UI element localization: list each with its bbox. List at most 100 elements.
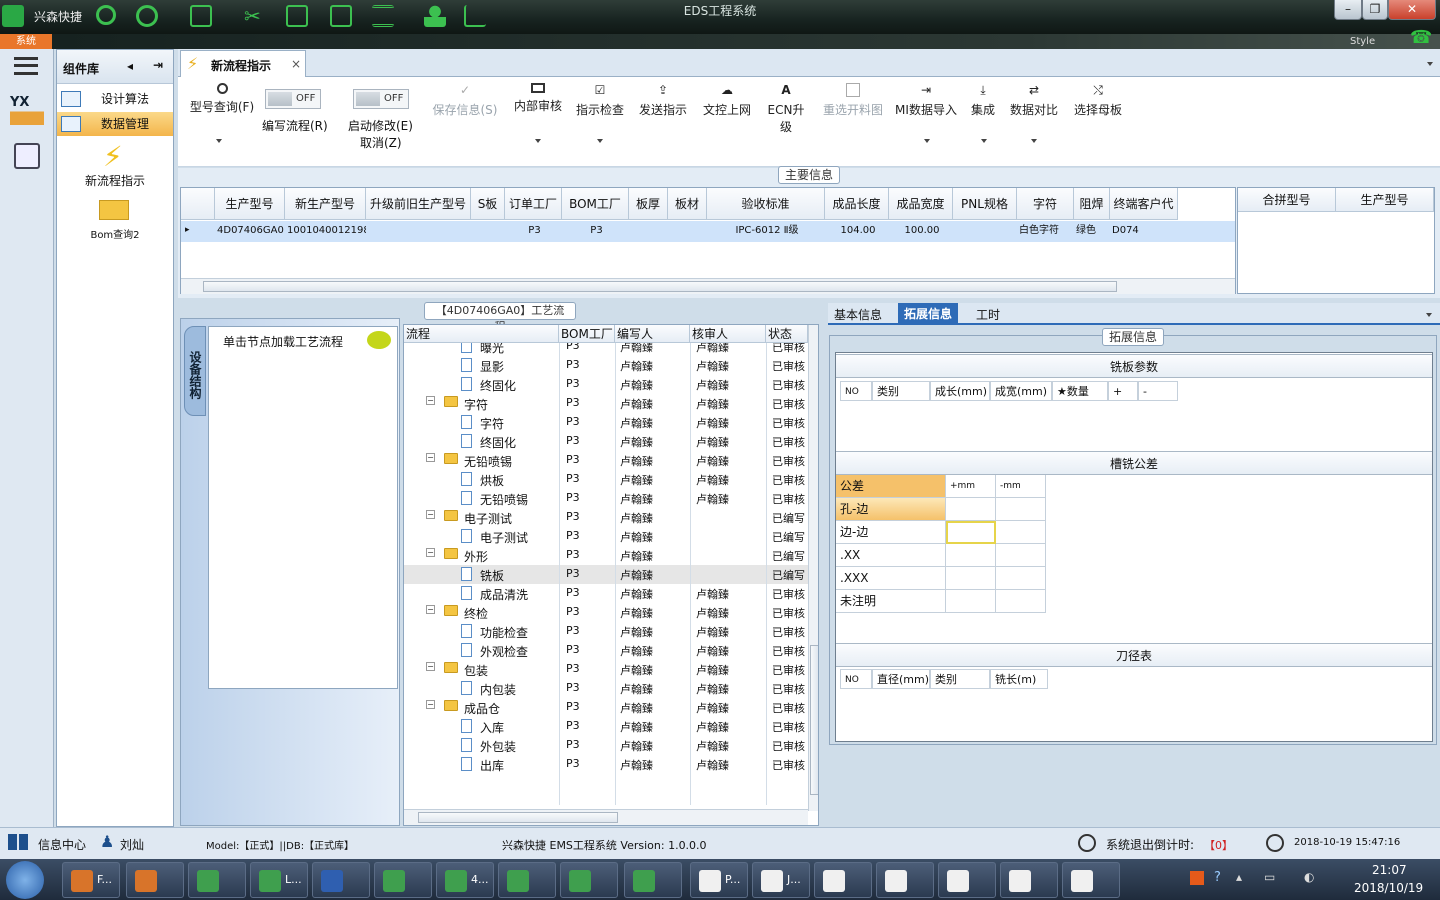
edit-flow-toggle[interactable]: OFF xyxy=(265,89,321,109)
data-compare-button[interactable]: ⇄ 数据对比 xyxy=(1008,83,1060,118)
tree-row[interactable]: − 电子测试 P3 卢翰臻 已编写 xyxy=(404,508,808,527)
chevron-down-icon[interactable] xyxy=(597,139,603,143)
tolerance-input[interactable] xyxy=(946,567,996,590)
taskbar-app-button[interactable] xyxy=(938,862,996,898)
system-tab[interactable]: 系统 xyxy=(0,34,52,49)
instruction-check-button[interactable]: ☑ 指示检查 xyxy=(574,83,626,118)
save-info-button[interactable]: ✓ 保存信息(S) xyxy=(430,83,500,118)
lightning-icon[interactable]: ⚡ xyxy=(103,140,123,173)
scroll-thumb[interactable] xyxy=(418,812,618,823)
reselect-button[interactable]: 重选开料图 xyxy=(820,83,886,118)
tolerance-input[interactable] xyxy=(996,544,1046,567)
column-header[interactable]: 合拼型号 xyxy=(1238,188,1336,212)
table-cell[interactable] xyxy=(953,221,1017,241)
taskbar-app-button[interactable] xyxy=(374,862,432,898)
column-header[interactable]: 验收标准 xyxy=(707,188,825,220)
taskbar-app-button[interactable] xyxy=(312,862,370,898)
column-header[interactable]: 阻焊 xyxy=(1074,188,1110,220)
folder-icon[interactable] xyxy=(99,200,129,220)
tolerance-input[interactable] xyxy=(946,521,996,544)
new-flow-shortcut[interactable]: 新流程指示 xyxy=(57,172,173,189)
chevron-down-icon[interactable] xyxy=(924,139,930,143)
tolerance-input[interactable] xyxy=(996,590,1046,613)
tab-basic-info[interactable]: 基本信息 xyxy=(834,306,882,323)
mill-column-header[interactable]: 类别 xyxy=(872,381,930,401)
restore-button[interactable]: ❐ xyxy=(1362,0,1388,20)
internal-review-button[interactable]: 内部审核 xyxy=(512,83,564,114)
table-cell[interactable]: 4D07406GA0 xyxy=(215,221,285,241)
scroll-thumb[interactable] xyxy=(810,645,818,795)
tool-column-header[interactable]: NO xyxy=(840,669,872,689)
collapse-icon[interactable]: − xyxy=(426,510,435,519)
tool-column-header[interactable]: 直径(mm) xyxy=(872,669,930,689)
tree-row[interactable]: 终固化 P3 卢翰臻 卢翰臻 已审核 xyxy=(404,432,808,451)
column-header[interactable]: 生产型号 xyxy=(1336,188,1434,212)
taskbar-app-button[interactable] xyxy=(624,862,682,898)
taskbar-app-button[interactable]: L... xyxy=(250,862,308,898)
cancel-label[interactable]: 取消(Z) xyxy=(360,134,402,151)
start-modify-toggle[interactable]: OFF xyxy=(353,89,409,109)
tree-row[interactable]: 外观检查 P3 卢翰臻 卢翰臻 已审核 xyxy=(404,641,808,660)
tree-row[interactable]: 字符 P3 卢翰臻 卢翰臻 已审核 xyxy=(404,413,808,432)
column-header[interactable]: 新生产型号 xyxy=(285,188,366,220)
taskbar-time[interactable]: 21:07 xyxy=(1372,863,1407,877)
style-dropdown[interactable]: Style xyxy=(1350,36,1375,47)
tree-row[interactable]: − 外形 P3 卢翰臻 已编写 xyxy=(404,546,808,565)
scroll-thumb[interactable] xyxy=(203,281,1117,292)
mill-column-header[interactable]: 成宽(mm) xyxy=(990,381,1052,401)
tolerance-input[interactable] xyxy=(946,498,996,521)
yx-logo-icon[interactable]: YX xyxy=(10,95,44,125)
column-header[interactable]: 状态 xyxy=(766,325,808,343)
column-header[interactable]: 升级前旧生产型号 xyxy=(366,188,471,220)
mill-column-header[interactable]: 成长(mm) xyxy=(930,381,990,401)
collapse-icon[interactable]: − xyxy=(426,548,435,557)
tab-work-hours[interactable]: 工时 xyxy=(976,306,1000,323)
table-cell[interactable] xyxy=(471,221,505,241)
column-header[interactable]: 订单工厂 xyxy=(505,188,562,220)
vertical-scrollbar[interactable] xyxy=(808,325,818,811)
tree-row[interactable]: − 终检 P3 卢翰臻 卢翰臻 已审核 xyxy=(404,603,808,622)
tool-column-header[interactable]: 类别 xyxy=(930,669,990,689)
column-header[interactable]: 流程 xyxy=(404,325,559,343)
taskbar-app-button[interactable] xyxy=(1062,862,1120,898)
collapse-left-icon[interactable]: ◂ xyxy=(127,59,133,73)
taskbar-app-button[interactable] xyxy=(126,862,184,898)
tab-extended-info[interactable]: 拓展信息 xyxy=(898,303,959,325)
table-cell[interactable] xyxy=(366,221,471,241)
pin-icon[interactable]: ⇥ xyxy=(153,58,163,72)
phone-icon[interactable]: ☎ xyxy=(1410,27,1432,48)
column-header[interactable]: PNL规格 xyxy=(953,188,1017,220)
column-header[interactable]: 成品长度 xyxy=(825,188,889,220)
tree-row[interactable]: − 无铅喷锡 P3 卢翰臻 卢翰臻 已审核 xyxy=(404,451,808,470)
menu-icon[interactable] xyxy=(14,57,38,75)
collapse-icon[interactable]: − xyxy=(426,700,435,709)
column-header[interactable]: 板厚 xyxy=(629,188,668,220)
column-header[interactable]: 编写人 xyxy=(615,325,690,343)
tree-row[interactable]: 无铅喷锡 P3 卢翰臻 卢翰臻 已审核 xyxy=(404,489,808,508)
info-center-link[interactable]: 信息中心 xyxy=(38,836,86,853)
volume-icon[interactable]: ◐ xyxy=(1304,870,1314,884)
table-cell[interactable]: 100.00 xyxy=(889,221,953,241)
network-icon[interactable]: ▭ xyxy=(1264,870,1275,884)
horizontal-scrollbar[interactable] xyxy=(404,809,808,825)
mill-column-header[interactable]: - xyxy=(1138,381,1178,401)
taskbar-app-button[interactable]: F... xyxy=(62,862,120,898)
chevron-down-icon[interactable] xyxy=(1426,313,1432,317)
tab-new-flow[interactable]: ⚡ 新流程指示 × xyxy=(180,50,306,78)
mill-column-header[interactable]: NO xyxy=(840,381,872,401)
bom-query-shortcut[interactable]: Bom查询2 xyxy=(57,226,173,241)
table-cell[interactable]: D074 xyxy=(1110,221,1178,241)
taskbar-app-button[interactable]: J... xyxy=(752,862,810,898)
taskbar-app-button[interactable]: P... xyxy=(690,862,748,898)
taskbar-app-button[interactable] xyxy=(560,862,618,898)
column-header[interactable]: 生产型号 xyxy=(215,188,285,220)
table-cell[interactable]: 10010400121983 xyxy=(285,221,366,241)
tree-row[interactable]: 入库 P3 卢翰臻 卢翰臻 已审核 xyxy=(404,717,808,736)
column-header[interactable]: 板材 xyxy=(668,188,707,220)
table-cell[interactable]: 104.00 xyxy=(825,221,889,241)
table-cell[interactable] xyxy=(629,221,668,241)
model-query-button[interactable]: 型号查询(F) xyxy=(184,83,260,115)
taskbar-app-button[interactable] xyxy=(876,862,934,898)
tree-row[interactable]: 终固化 P3 卢翰臻 卢翰臻 已审核 xyxy=(404,375,808,394)
data-management-item[interactable]: 数据管理 xyxy=(57,112,173,136)
